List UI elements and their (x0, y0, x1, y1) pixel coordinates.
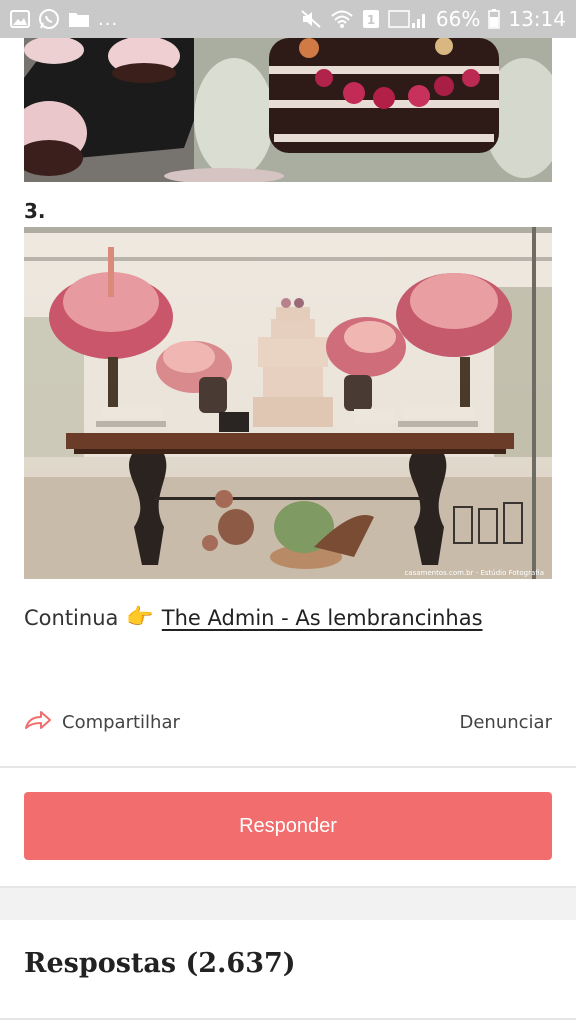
reply-button[interactable]: Responder (24, 792, 552, 860)
post-actions: Compartilhar Denunciar (24, 710, 552, 735)
folder-icon (68, 10, 90, 28)
signal-icon (388, 9, 428, 29)
status-more-dots: ... (98, 8, 119, 30)
post-photo-dessert-table[interactable]: casamentos.com.br - Estúdio Fotografia (24, 227, 552, 579)
wifi-icon (330, 9, 354, 29)
battery-percent: 66% (435, 7, 481, 31)
post-photo-naked-cake[interactable] (24, 38, 552, 182)
status-bar: ... 1 66% 13:14 (0, 0, 576, 38)
share-label: Compartilhar (62, 712, 180, 733)
status-time: 13:14 (508, 7, 566, 31)
continue-link[interactable]: The Admin - As lembrancinhas (162, 606, 483, 630)
mute-icon (300, 9, 322, 29)
svg-text:1: 1 (367, 13, 375, 27)
gallery-icon (10, 10, 30, 28)
whatsapp-icon (38, 8, 60, 30)
photo-credit: casamentos.com.br - Estúdio Fotografia (404, 569, 544, 577)
continue-label: Continua (24, 605, 119, 630)
share-button[interactable]: Compartilhar (24, 710, 180, 735)
item-number: 3. (24, 199, 46, 223)
report-button[interactable]: Denunciar (460, 712, 553, 733)
section-gap (0, 888, 576, 920)
sim-icon: 1 (362, 9, 380, 29)
divider (0, 1018, 576, 1020)
battery-icon (488, 9, 501, 29)
pointing-hand-icon: 👉 (126, 605, 154, 630)
share-arrow-icon (24, 710, 52, 735)
divider (0, 766, 576, 768)
continue-line: Continua 👉 The Admin - As lembrancinhas (24, 605, 483, 630)
answers-title: Respostas (2.637) (24, 948, 296, 979)
